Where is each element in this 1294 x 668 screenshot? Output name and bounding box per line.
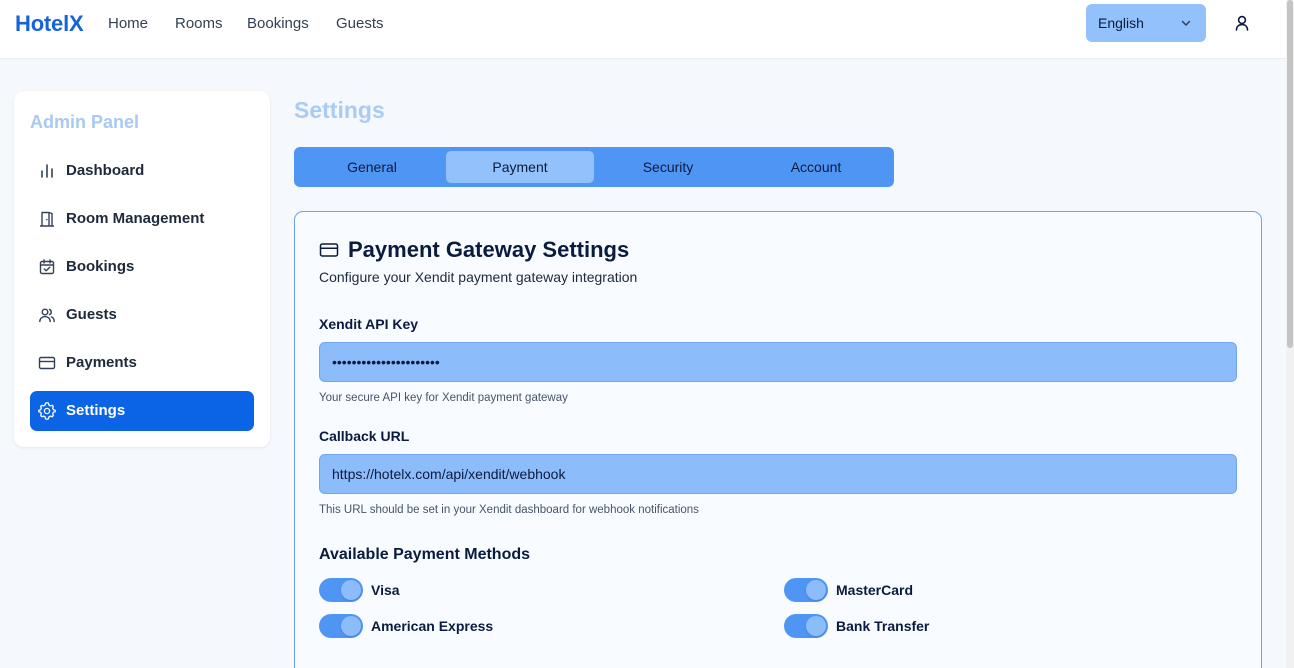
nav-link-guests[interactable]: Guests — [336, 15, 384, 32]
tab-account[interactable]: Account — [742, 151, 890, 183]
card-title: Payment Gateway Settings — [348, 237, 630, 262]
sidebar-item-label: Settings — [66, 402, 126, 419]
tab-general[interactable]: General — [298, 151, 446, 183]
toggle-knob — [806, 580, 826, 600]
toggle-knob — [341, 580, 361, 600]
api-key-label: Xendit API Key — [319, 316, 419, 332]
nav-link-home[interactable]: Home — [108, 15, 148, 32]
toggle-label: Bank Transfer — [836, 618, 930, 634]
language-select[interactable]: English — [1086, 4, 1206, 42]
tab-payment[interactable]: Payment — [446, 151, 594, 183]
tab-security[interactable]: Security — [594, 151, 742, 183]
sidebar-item-settings[interactable]: Settings — [30, 391, 254, 431]
sidebar-item-label: Dashboard — [66, 162, 145, 179]
gear-icon — [38, 402, 56, 420]
sidebar-item-payments[interactable]: Payments — [30, 343, 254, 383]
settings-tabs: General Payment Security Account — [294, 147, 894, 187]
sidebar-item-bookings[interactable]: Bookings — [30, 247, 254, 287]
nav-link-bookings[interactable]: Bookings — [247, 15, 309, 32]
api-key-input[interactable] — [319, 342, 1237, 382]
card-subtitle: Configure your Xendit payment gateway in… — [319, 269, 638, 285]
user-icon[interactable] — [1232, 13, 1252, 33]
toggle-knob — [341, 616, 361, 636]
amex-toggle[interactable] — [319, 614, 363, 638]
scrollbar-thumb[interactable] — [1287, 0, 1293, 348]
payment-gateway-card: Payment Gateway Settings Configure your … — [294, 211, 1262, 668]
sidebar-item-dashboard[interactable]: Dashboard — [30, 151, 254, 191]
nav-link-rooms[interactable]: Rooms — [175, 15, 223, 32]
language-select-value: English — [1098, 15, 1144, 31]
sidebar-item-label: Room Management — [66, 210, 205, 227]
api-key-hint: Your secure API key for Xendit payment g… — [319, 392, 568, 404]
bar-chart-icon — [41, 164, 53, 178]
mastercard-toggle[interactable] — [784, 578, 828, 602]
toggle-label: Visa — [371, 582, 400, 598]
credit-card-icon — [319, 243, 339, 257]
credit-card-icon — [38, 356, 56, 370]
callback-url-input[interactable] — [319, 454, 1237, 494]
sidebar-item-guests[interactable]: Guests — [30, 295, 254, 335]
users-icon — [39, 308, 55, 323]
toggle-knob — [806, 616, 826, 636]
visa-toggle[interactable] — [319, 578, 363, 602]
sidebar-item-label: Bookings — [66, 258, 135, 275]
bank-transfer-toggle[interactable] — [784, 614, 828, 638]
callback-url-hint: This URL should be set in your Xendit da… — [319, 504, 699, 516]
toggle-label: MasterCard — [836, 582, 914, 598]
sidebar-item-room-management[interactable]: Room Management — [30, 199, 254, 239]
sidebar-item-label: Guests — [66, 306, 117, 323]
chevron-down-icon — [1181, 20, 1191, 26]
admin-sidebar: Admin Panel Dashboard Room Management Bo… — [14, 91, 270, 447]
payment-methods-title: Available Payment Methods — [319, 546, 531, 563]
calendar-check-icon — [39, 259, 55, 275]
sidebar-title: Admin Panel — [30, 112, 140, 132]
sidebar-item-label: Payments — [66, 354, 137, 371]
callback-url-label: Callback URL — [319, 428, 410, 444]
page-title: Settings — [294, 97, 385, 123]
top-navbar: HotelX Home Rooms Bookings Guests Englis… — [0, 0, 1286, 59]
door-icon — [40, 211, 54, 227]
brand-logo[interactable]: HotelX — [15, 11, 84, 37]
toggle-label: American Express — [371, 618, 494, 634]
